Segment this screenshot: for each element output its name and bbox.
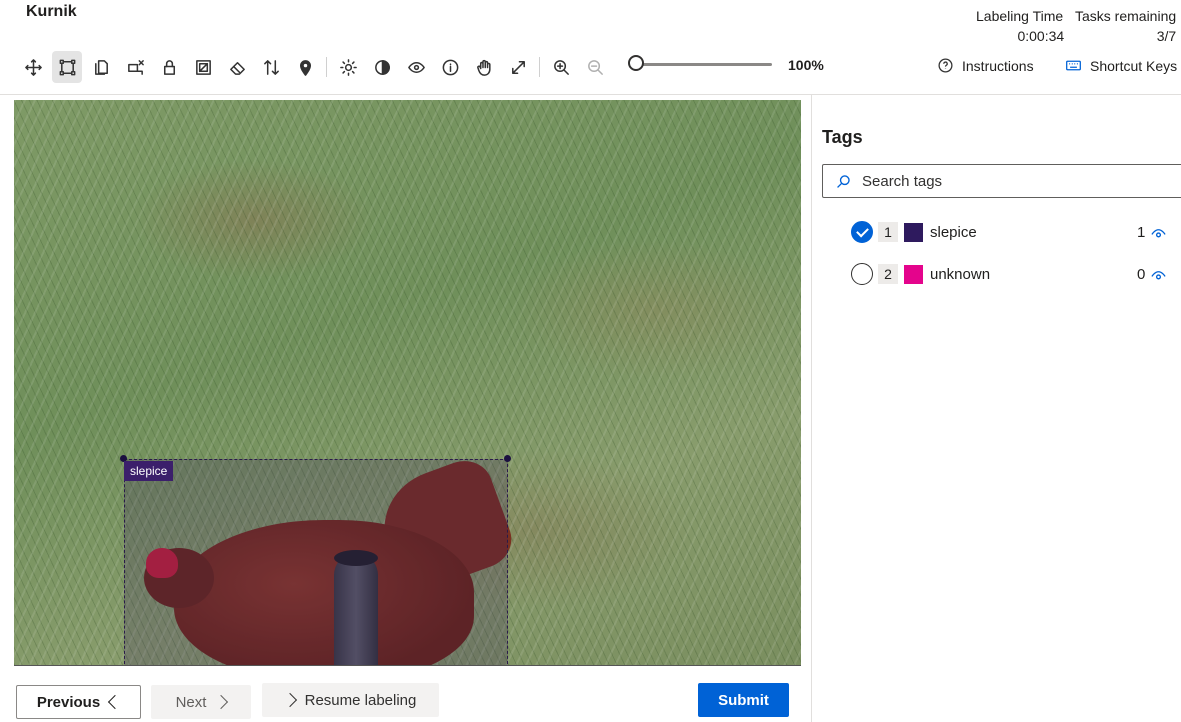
labeling-time-value: 0:00:34	[1017, 28, 1065, 44]
chevron-right-icon	[214, 694, 229, 710]
canvas-border	[14, 665, 801, 666]
sort-button[interactable]	[256, 51, 286, 83]
submit-label: Submit	[718, 691, 769, 709]
eye-icon	[407, 61, 425, 73]
select-all-button[interactable]	[188, 51, 218, 83]
region-label: slepice	[124, 461, 174, 481]
lock-icon	[163, 59, 175, 75]
zoom-slider-track[interactable]	[638, 63, 772, 66]
tag-search-input[interactable]	[860, 171, 1164, 191]
toolbar-separator	[326, 57, 327, 77]
eraser-button[interactable]	[222, 51, 252, 83]
zoom-in-icon	[553, 59, 569, 75]
search-icon	[837, 174, 850, 188]
shortcut-keys-label: Shortcut Keys	[1090, 57, 1178, 74]
eraser-icon	[229, 61, 245, 75]
tag-search-box[interactable]	[822, 164, 1181, 198]
tag-color-swatch	[904, 264, 923, 284]
app-title: Kurnik	[26, 3, 77, 20]
zoom-value: 100%	[788, 57, 824, 73]
next-button[interactable]: Next	[151, 685, 251, 719]
copy-button[interactable]	[86, 51, 116, 83]
expand-icon	[511, 60, 525, 74]
toolbar-separator	[539, 57, 540, 77]
tasks-remaining-label: Tasks remaining	[1075, 8, 1177, 24]
resize-handle[interactable]	[504, 455, 511, 462]
bounding-box-region[interactable]	[124, 459, 508, 665]
pin-button[interactable]	[290, 51, 320, 83]
tag-color-swatch	[904, 222, 923, 242]
toolbar	[18, 50, 614, 84]
hand-icon	[476, 59, 491, 76]
tag-name: unknown	[930, 265, 991, 283]
tag-row-slepice[interactable]: 1 slepice 1	[851, 220, 1181, 244]
lock-button[interactable]	[154, 51, 184, 83]
tags-title: Tags	[822, 127, 863, 147]
rectangle-tool-button[interactable]	[52, 51, 82, 83]
tag-row-unknown[interactable]: 2 unknown 0	[851, 262, 1181, 286]
submit-button[interactable]: Submit	[698, 683, 789, 717]
labeling-time: Labeling Time 0:00:34	[976, 6, 1065, 46]
checkmark-icon	[855, 224, 869, 237]
brightness-button[interactable]	[333, 51, 363, 83]
tag-checkbox[interactable]	[851, 263, 873, 285]
header-divider	[0, 94, 1181, 95]
zoom-out-button[interactable]	[580, 51, 610, 83]
eye-icon	[1151, 271, 1166, 280]
labeling-time-label: Labeling Time	[976, 8, 1064, 24]
help-icon	[938, 58, 953, 73]
eye-icon	[1151, 229, 1166, 238]
tag-visibility-toggle[interactable]	[1151, 226, 1166, 241]
chevron-right-icon	[282, 692, 297, 708]
image-canvas[interactable]: slepice	[14, 100, 801, 665]
tag-hotkey: 1	[878, 222, 898, 242]
panel-divider	[811, 95, 812, 722]
tag-name: slepice	[930, 223, 977, 241]
next-label: Next	[175, 693, 207, 711]
zoom-in-button[interactable]	[546, 51, 576, 83]
tag-hotkey: 2	[878, 264, 898, 284]
previous-button[interactable]: Previous	[16, 685, 141, 719]
keyboard-icon	[1066, 60, 1081, 71]
brightness-icon	[339, 58, 357, 76]
tasks-remaining-value: 3/7	[1156, 28, 1177, 44]
zoom-slider-thumb[interactable]	[628, 55, 644, 71]
shortcut-keys-button[interactable]: Shortcut Keys	[1065, 57, 1177, 74]
previous-label: Previous	[36, 693, 101, 711]
fit-to-screen-button[interactable]	[503, 51, 533, 83]
tasks-remaining: Tasks remaining 3/7	[1075, 6, 1176, 46]
resume-labeling-label: Resume labeling	[304, 691, 417, 709]
pin-icon	[299, 59, 311, 76]
tag-count: 0	[1137, 265, 1146, 283]
chevron-left-icon	[108, 694, 123, 710]
move-tool-button[interactable]	[18, 51, 48, 83]
contrast-icon	[374, 59, 390, 75]
tag-count: 1	[1137, 223, 1146, 241]
remove-region-button[interactable]	[120, 51, 150, 83]
rectangle-icon	[59, 59, 75, 75]
sort-icon	[263, 59, 279, 75]
remove-region-icon	[127, 59, 144, 75]
visibility-button[interactable]	[401, 51, 431, 83]
tag-visibility-toggle[interactable]	[1151, 268, 1166, 283]
contrast-button[interactable]	[367, 51, 397, 83]
instructions-button[interactable]: Instructions	[937, 57, 1034, 74]
select-all-icon	[195, 59, 211, 75]
move-icon	[24, 58, 42, 76]
resume-labeling-button[interactable]: Resume labeling	[262, 683, 439, 717]
pan-button[interactable]	[469, 51, 499, 83]
info-icon	[442, 59, 458, 75]
info-button[interactable]	[435, 51, 465, 83]
copy-icon	[94, 59, 108, 75]
zoom-out-icon	[587, 59, 603, 75]
tag-checkbox[interactable]	[851, 221, 873, 243]
instructions-label: Instructions	[962, 57, 1034, 74]
